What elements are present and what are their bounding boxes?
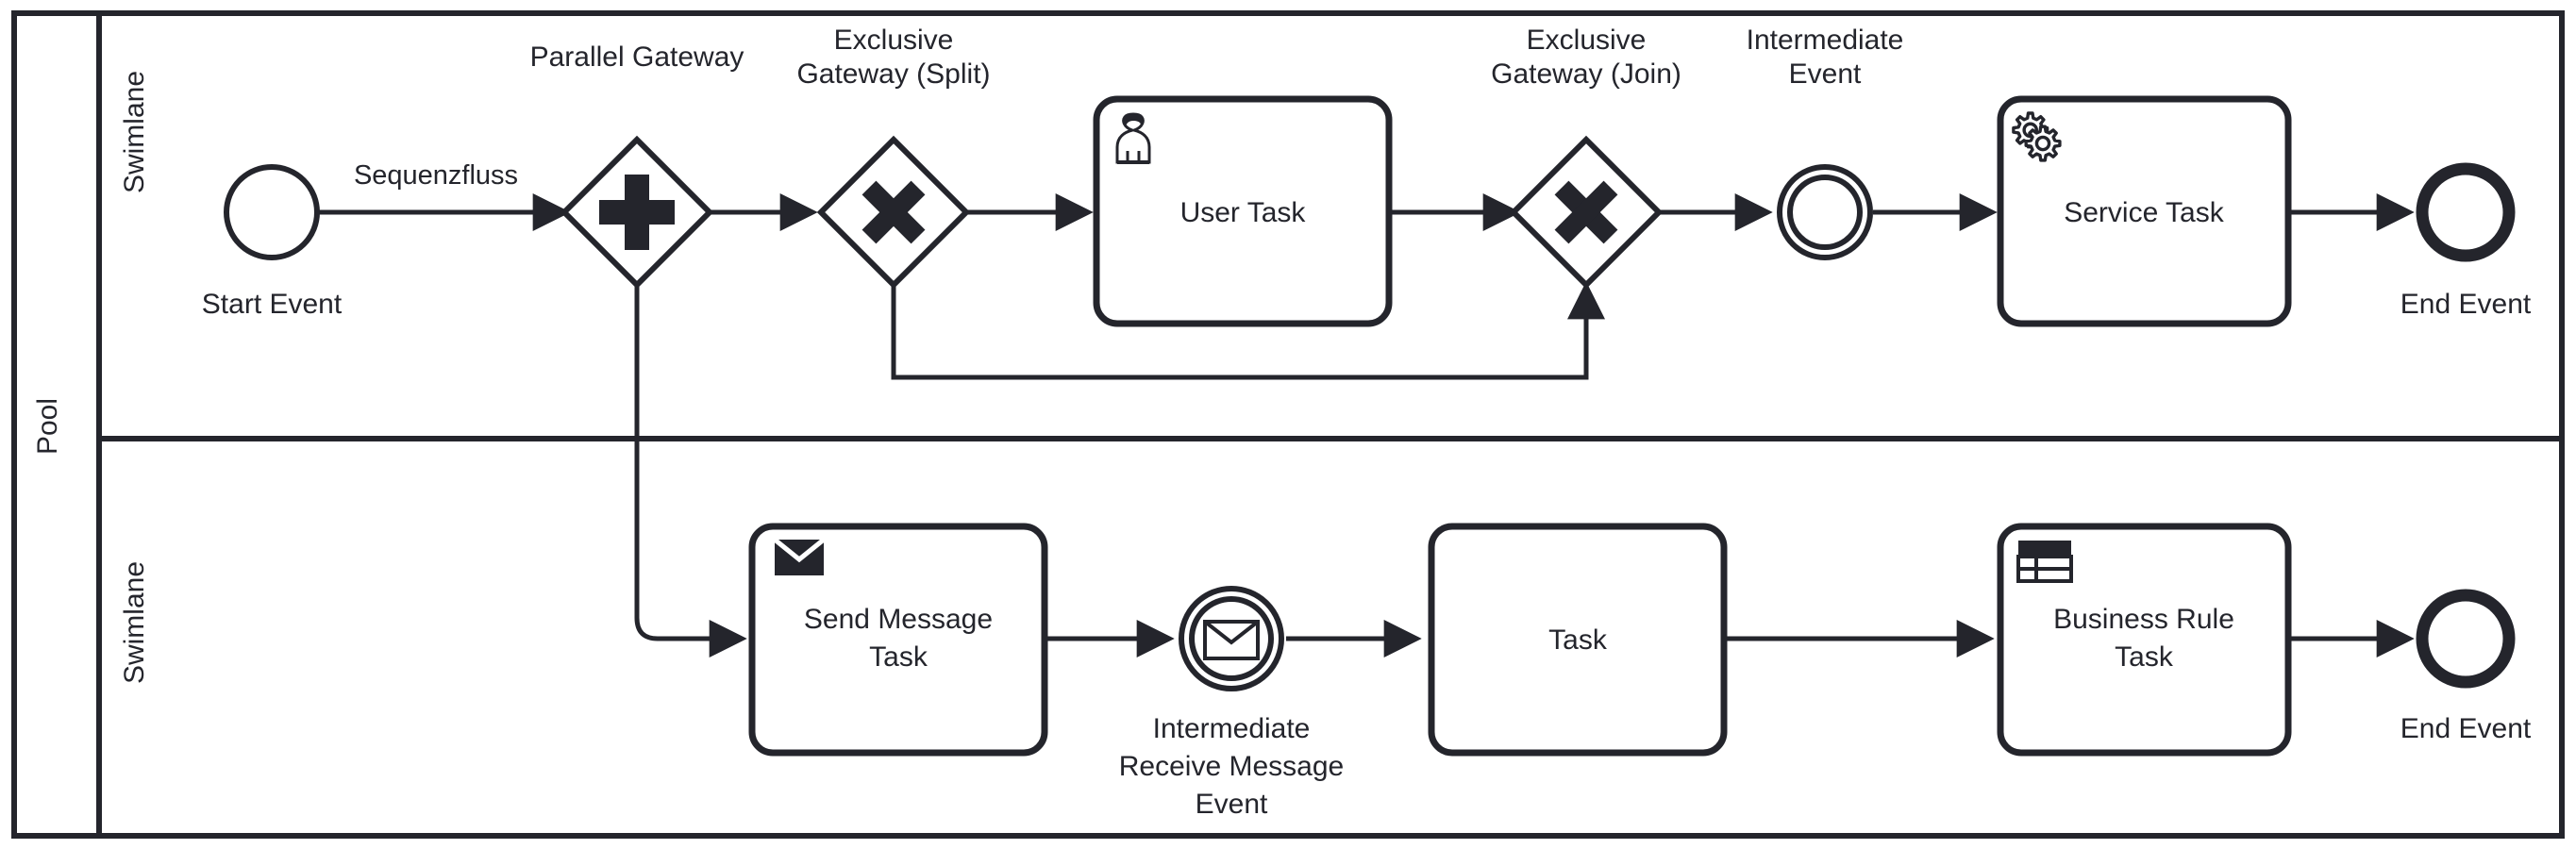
pool-label: Pool [32,398,63,455]
parallel-gateway-label: Parallel Gateway [530,42,744,73]
end-event-top[interactable]: End Event [2400,162,2532,320]
end-event-bottom-label: End Event [2400,713,2532,744]
intermediate-event-label-line1: Intermediate [1747,25,1904,56]
receive-event-label-line3: Event [1196,789,1268,820]
end-event-top-label: End Event [2400,289,2532,320]
table-icon [2016,541,2073,583]
service-task[interactable]: Service Task [1997,95,2292,327]
receive-event-label-line2: Receive Message [1119,751,1344,782]
intermediate-event[interactable]: Intermediate Event [1747,25,1904,260]
lane-bottom-label: Swimlane [119,561,150,684]
lane-top-label: Swimlane [119,71,150,193]
parallel-gateway-plus-horizontal [599,200,675,225]
business-rule-task-label-line1: Business Rule [2053,604,2234,635]
intermediate-receive-message-event[interactable]: Intermediate Receive Message Event [1119,586,1344,820]
plain-task-label: Task [1548,624,1608,656]
envelope-filled-icon [773,538,826,575]
lane-top[interactable]: Swimlane [119,71,150,193]
lane-bottom[interactable]: Swimlane [119,561,150,684]
end-event-bottom-circle [2416,589,2516,689]
intermediate-event-label-line2: Event [1789,58,1862,90]
intermediate-event-inner-circle [1787,175,1863,250]
user-task[interactable]: User Task [1093,95,1393,327]
exclusive-gateway-split-label-line1: Exclusive [834,25,954,56]
exclusive-gateway-join-label-line1: Exclusive [1527,25,1647,56]
exclusive-gateway-join[interactable]: Exclusive Gateway (Join) [1491,25,1681,290]
send-message-task[interactable]: Send Message Task [748,523,1048,757]
parallel-gateway[interactable]: Parallel Gateway [530,42,744,290]
bpmn-diagram-canvas: Pool Swimlane Swimlane Sequenzfluss Star… [0,0,2576,849]
envelope-outline-icon [1203,620,1260,660]
start-event-circle [224,164,320,260]
sequence-flow-label: Sequenzfluss [354,160,518,191]
plain-task[interactable]: Task [1428,523,1728,757]
business-rule-task[interactable]: Business Rule Task [1997,523,2292,757]
service-task-label: Service Task [2064,197,2225,228]
exclusive-gateway-split[interactable]: Exclusive Gateway (Split) [796,25,991,290]
exclusive-gateway-join-label-line2: Gateway (Join) [1491,58,1681,90]
send-message-task-label-line1: Send Message [804,604,993,635]
end-event-bottom[interactable]: End Event [2400,589,2532,744]
user-task-label: User Task [1180,197,1307,228]
business-rule-task-label-line2: Task [2115,641,2174,673]
end-event-top-circle [2416,162,2516,262]
start-event[interactable]: Start Event [202,164,343,320]
start-event-label: Start Event [202,289,343,320]
flow-parallel-gateway-to-send-message-task[interactable] [634,285,747,658]
send-message-task-label-line2: Task [869,641,928,673]
exclusive-gateway-split-label-line2: Gateway (Split) [796,58,990,90]
receive-event-label-line1: Intermediate [1153,713,1311,744]
